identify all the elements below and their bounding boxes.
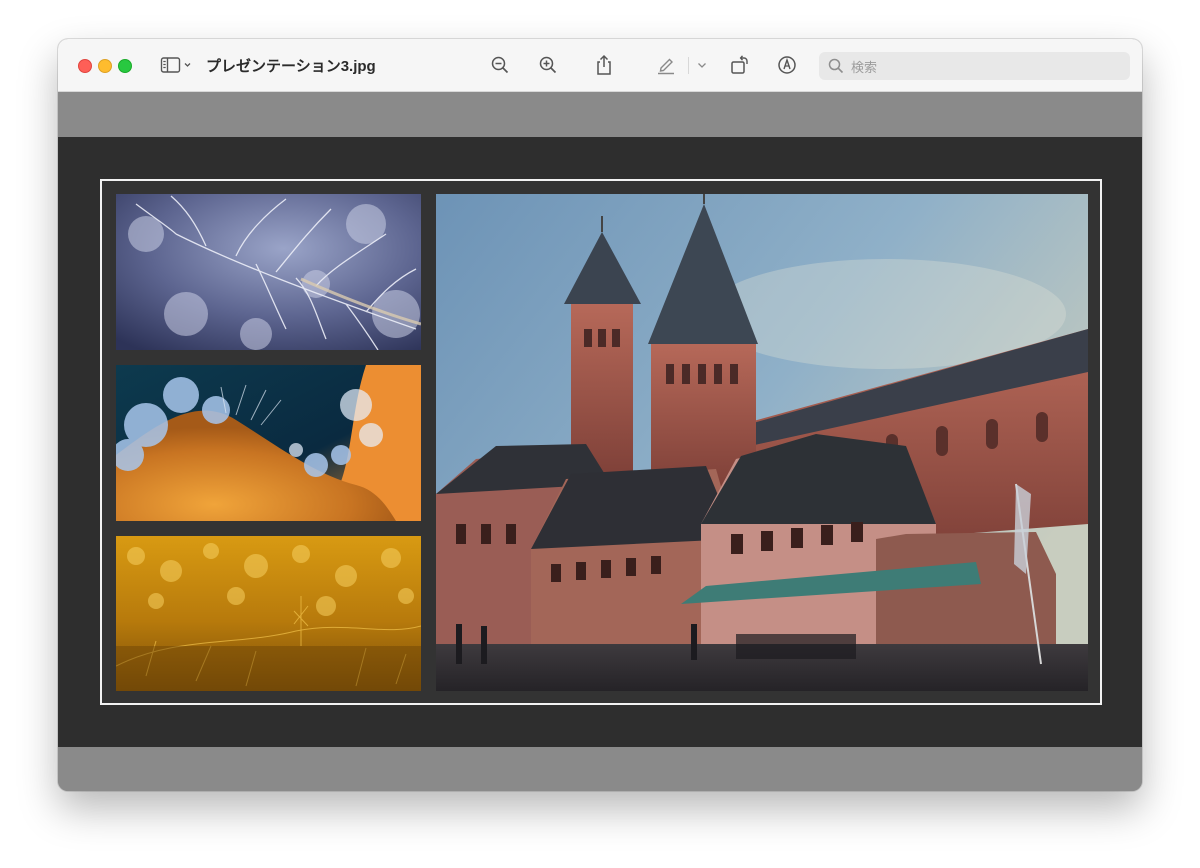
highlight-menu-button[interactable] (694, 53, 710, 77)
toolbar-divider (688, 57, 689, 74)
search-icon (828, 58, 844, 74)
highlight-button[interactable] (654, 53, 678, 77)
zoom-out-icon (491, 56, 509, 74)
canvas-bottom-margin (58, 747, 1142, 791)
zoom-out-button[interactable] (488, 53, 512, 77)
share-icon (597, 54, 611, 75)
markup-pen-circle-icon (778, 56, 796, 74)
slide-image (100, 179, 1102, 705)
search-field[interactable] (819, 52, 1130, 82)
image-canvas (58, 137, 1142, 747)
minimize-button[interactable] (98, 59, 112, 73)
sidebar-icon (160, 57, 191, 73)
search-input[interactable] (849, 52, 1123, 82)
canvas-top-margin (58, 92, 1142, 137)
preview-window: プレゼンテーション3.jpg (58, 39, 1142, 791)
ice-crystals-photo (116, 365, 421, 521)
frost-branches-photo (116, 194, 421, 350)
rotate-button[interactable] (728, 53, 752, 77)
zoom-in-icon (539, 56, 557, 74)
golden-frost-photo (116, 536, 421, 691)
chevron-down-icon (698, 63, 706, 68)
cathedral-square-photo (436, 194, 1088, 691)
title-bar: プレゼンテーション3.jpg (58, 39, 1142, 92)
markup-button[interactable] (775, 53, 799, 77)
sidebar-toggle-button[interactable] (158, 53, 194, 77)
close-button[interactable] (78, 59, 92, 73)
share-button[interactable] (592, 53, 616, 77)
zoom-in-button[interactable] (536, 53, 560, 77)
rotate-icon (731, 55, 748, 74)
highlighter-icon (658, 58, 674, 75)
maximize-button[interactable] (118, 59, 132, 73)
window-title: プレゼンテーション3.jpg (206, 58, 376, 75)
